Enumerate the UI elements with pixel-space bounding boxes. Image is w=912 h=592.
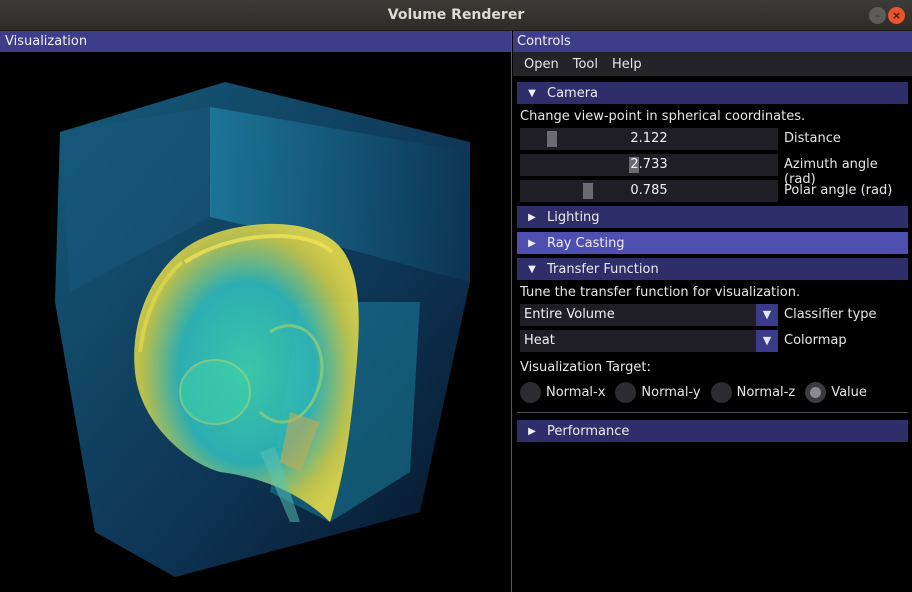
radio-normal-z-label: Normal-z xyxy=(736,385,796,400)
azimuth-slider[interactable]: 2.733 xyxy=(520,154,778,176)
colormap-value: Heat xyxy=(524,333,555,348)
close-button[interactable]: × xyxy=(888,7,905,24)
controls-panel: Controls Open Tool Help ▼ Camera Change … xyxy=(513,31,912,592)
section-performance-title: Performance xyxy=(547,423,630,439)
transfer-description: Tune the transfer function for visualiza… xyxy=(520,285,801,300)
title-bar: Volume Renderer – × xyxy=(0,0,912,31)
classifier-type-combo[interactable]: Entire Volume ▼ xyxy=(520,304,778,326)
section-ray-casting[interactable]: ▶ Ray Casting xyxy=(517,232,908,254)
collapsed-arrow-icon: ▶ xyxy=(528,211,536,223)
menu-bar: Open Tool Help xyxy=(513,52,912,76)
expanded-arrow-icon: ▼ xyxy=(528,87,536,99)
visualization-panel: Visualization xyxy=(0,31,512,592)
section-transfer-function-title: Transfer Function xyxy=(547,261,659,277)
minimize-icon: – xyxy=(874,9,881,22)
menu-tool[interactable]: Tool xyxy=(566,57,605,72)
render-viewport[interactable] xyxy=(0,52,511,592)
section-camera-title: Camera xyxy=(547,85,599,101)
classifier-type-value: Entire Volume xyxy=(524,307,615,322)
radio-normal-x-label: Normal-x xyxy=(546,385,606,400)
radio-circle-icon[interactable] xyxy=(710,382,732,403)
menu-open[interactable]: Open xyxy=(517,57,566,72)
distance-value: 2.122 xyxy=(630,131,668,146)
dropdown-arrow-icon[interactable]: ▼ xyxy=(756,304,778,326)
azimuth-value: 2.733 xyxy=(630,157,668,172)
colormap-label: Colormap xyxy=(784,333,847,348)
camera-description: Change view-point in spherical coordinat… xyxy=(520,109,806,124)
section-transfer-function[interactable]: ▼ Transfer Function xyxy=(517,258,908,280)
classifier-type-label: Classifier type xyxy=(784,307,877,322)
polar-label: Polar angle (rad) xyxy=(784,183,893,198)
distance-slider[interactable]: 2.122 xyxy=(520,128,778,150)
radio-value[interactable]: Value xyxy=(805,382,867,403)
visualization-target-group: Normal-x Normal-y Normal-z Value xyxy=(520,382,877,403)
menu-help[interactable]: Help xyxy=(605,57,649,72)
radio-circle-icon[interactable] xyxy=(615,382,637,403)
radio-normal-z[interactable]: Normal-z xyxy=(710,382,796,403)
window-title: Volume Renderer xyxy=(387,7,525,23)
radio-value-label: Value xyxy=(831,385,867,400)
polar-slider[interactable]: 0.785 xyxy=(520,180,778,202)
section-camera[interactable]: ▼ Camera xyxy=(517,82,908,104)
controls-header: Controls xyxy=(513,31,912,52)
radio-normal-x[interactable]: Normal-x xyxy=(520,382,605,403)
section-lighting[interactable]: ▶ Lighting xyxy=(517,206,908,228)
radio-selected-icon[interactable] xyxy=(805,382,827,403)
collapsed-arrow-icon: ▶ xyxy=(528,425,536,437)
colormap-combo[interactable]: Heat ▼ xyxy=(520,330,778,352)
dropdown-arrow-icon[interactable]: ▼ xyxy=(756,330,778,352)
distance-label: Distance xyxy=(784,131,841,146)
expanded-arrow-icon: ▼ xyxy=(528,263,536,275)
collapsed-arrow-icon: ▶ xyxy=(528,237,536,249)
visualization-header: Visualization xyxy=(0,31,511,52)
radio-normal-y[interactable]: Normal-y xyxy=(615,382,701,403)
section-ray-casting-title: Ray Casting xyxy=(547,235,625,251)
minimize-button[interactable]: – xyxy=(869,7,886,24)
section-lighting-title: Lighting xyxy=(547,209,600,225)
section-performance[interactable]: ▶ Performance xyxy=(517,420,908,442)
separator xyxy=(517,412,908,413)
close-icon: × xyxy=(891,9,902,22)
volume-rendering-image xyxy=(55,82,470,577)
polar-value: 0.785 xyxy=(630,183,668,198)
radio-normal-y-label: Normal-y xyxy=(641,385,701,400)
radio-circle-icon[interactable] xyxy=(520,382,541,403)
visualization-target-label: Visualization Target: xyxy=(520,360,651,375)
controls-body: ▼ Camera Change view-point in spherical … xyxy=(513,76,912,592)
